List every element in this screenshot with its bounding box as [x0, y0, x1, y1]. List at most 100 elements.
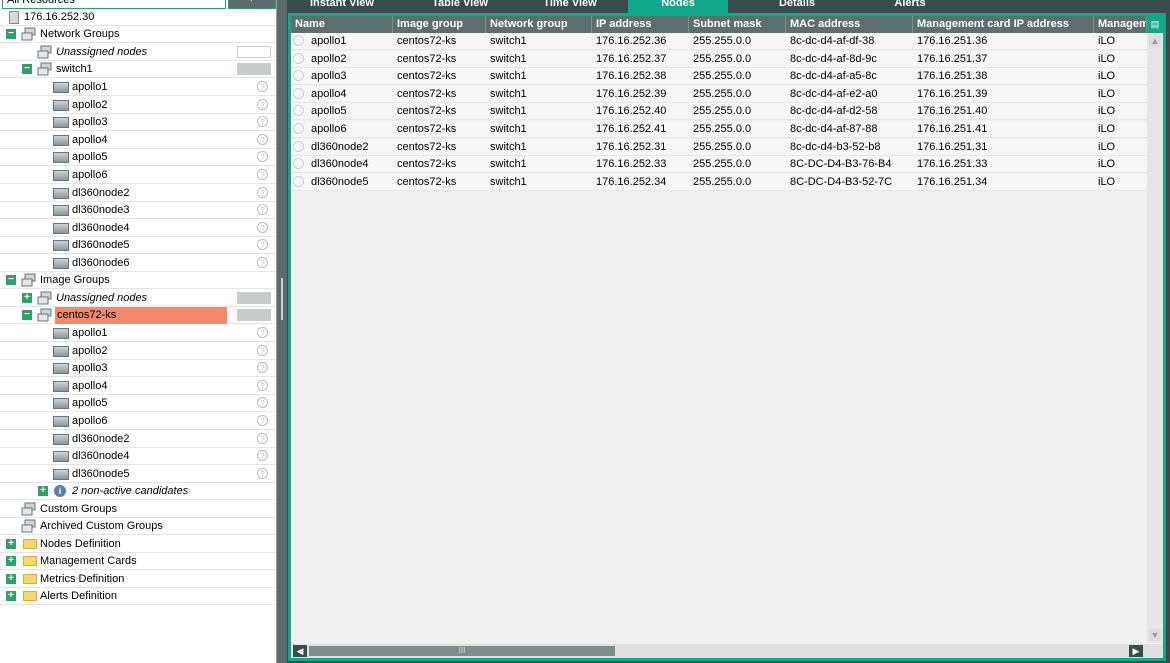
tree-node-item[interactable]: apollo6?	[0, 167, 276, 184]
expand-icon[interactable]: +	[6, 574, 16, 584]
tree-switch1-label: switch1	[56, 63, 93, 75]
column-header-mac-address[interactable]: MAC address	[786, 16, 913, 33]
splitter-grip[interactable]	[281, 278, 283, 320]
collapse-icon[interactable]: −	[6, 275, 16, 285]
table-cell: 176.16.251.41	[917, 123, 988, 135]
table-cell: iLO	[1098, 175, 1116, 188]
table-cell: 255.255.0.0	[693, 35, 752, 47]
tree-node-item[interactable]: dl360node2?	[0, 185, 276, 202]
collapse-icon[interactable]: −	[22, 310, 32, 320]
table-cell: 8C-DC-D4-B3-76-B4	[790, 158, 892, 171]
tab-details[interactable]: Details	[742, 0, 852, 14]
expand-icon[interactable]: +	[22, 293, 32, 303]
tree-node-item[interactable]: apollo3?	[0, 114, 276, 132]
table-cell: 176.16.251.38	[917, 70, 988, 83]
tree-network-groups[interactable]: − Network Groups	[0, 26, 276, 43]
tree-nodes-definition[interactable]: + Nodes Definition	[0, 536, 276, 553]
table-row[interactable]: apollo5 centos72-ks switch1 176.16.252.40 25…	[291, 103, 1147, 121]
column-chooser-icon[interactable]: ▤	[1147, 16, 1163, 33]
tree-node-item[interactable]: apollo2?	[0, 343, 276, 360]
table-row[interactable]: apollo6 centos72-ks switch1 176.16.252.41 25…	[291, 121, 1147, 138]
expand-icon[interactable]: +	[6, 591, 16, 601]
table-cell: 176.16.252.34	[596, 175, 667, 188]
tree-image-groups[interactable]: − Image Groups	[0, 272, 276, 289]
tree-root[interactable]: 176.16.252.30	[0, 9, 276, 26]
table-cell: 176.16.252.36	[596, 35, 667, 47]
tree-metrics-definition[interactable]: + Metrics Definition	[0, 571, 276, 588]
server-icon	[53, 134, 69, 146]
tree-node-item[interactable]: apollo4?	[0, 378, 276, 395]
tree-switch1[interactable]: − switch1	[0, 61, 276, 78]
table-cell: apollo4	[311, 87, 347, 100]
table-cell: 255.255.0.0	[693, 52, 752, 65]
scroll-left-icon[interactable]: ◀	[293, 645, 307, 657]
tab-instant-view[interactable]: Instant View	[287, 0, 397, 14]
horizontal-scrollbar[interactable]: ◀ III ▶	[291, 644, 1163, 658]
tab-table-view[interactable]: Table View	[405, 0, 515, 14]
tree-unassigned-nodes[interactable]: Unassigned nodes	[0, 44, 276, 61]
column-header-subnet-mask[interactable]: Subnet mask	[689, 16, 786, 33]
tree-node-item[interactable]: dl360node4?	[0, 220, 276, 237]
tree-node-item[interactable]: dl360node5?	[0, 237, 276, 255]
table-cell: 176.16.251.34	[917, 175, 988, 188]
tree-management-cards[interactable]: + Management Cards	[0, 553, 276, 570]
server-icon	[53, 187, 69, 199]
tree-centos72-ks[interactable]: − centos72-ks	[0, 307, 276, 324]
tree-image-unassigned-label: Unassigned nodes	[56, 292, 148, 304]
panel-splitter[interactable]	[277, 0, 287, 663]
tree-node-item[interactable]: dl360node5?	[0, 466, 276, 483]
server-icon	[53, 416, 69, 427]
unknown-status-icon: ?	[257, 98, 268, 110]
tree-non-active-candidates[interactable]: + i 2 non-active candidates	[0, 483, 276, 500]
table-row[interactable]: dl360node2 centos72-ks switch1 176.16.252.3…	[291, 138, 1147, 156]
tree-archived-custom-groups[interactable]: Archived Custom Groups	[0, 518, 276, 535]
tab-time-view[interactable]: Time View	[515, 0, 625, 14]
table-row[interactable]: apollo4 centos72-ks switch1 176.16.252.39 25…	[291, 85, 1147, 103]
tree-custom-groups[interactable]: Custom Groups	[0, 501, 276, 518]
resource-filter-dropdown-button[interactable]: ▼	[228, 0, 276, 9]
table-row[interactable]: apollo1 centos72-ks switch1 176.16.252.36 25…	[291, 33, 1147, 50]
tree-node-item[interactable]: apollo5?	[0, 149, 276, 167]
tree-node-item[interactable]: dl360node2?	[0, 431, 276, 448]
scroll-up-icon[interactable]: ▲	[1149, 35, 1161, 47]
tree-image-unassigned[interactable]: + Unassigned nodes	[0, 290, 276, 307]
tab-nodes[interactable]: Nodes	[628, 0, 728, 14]
table-row[interactable]: dl360node5 centos72-ks switch1 176.16.252.3…	[291, 173, 1147, 191]
collapse-icon[interactable]: −	[6, 29, 16, 39]
column-header-management-card-ip[interactable]: Management card IP address	[913, 16, 1094, 33]
tree-node-label: apollo1	[72, 327, 108, 339]
tree-alerts-definition[interactable]: + Alerts Definition	[0, 588, 276, 605]
tree-node-item[interactable]: apollo2?	[0, 97, 276, 114]
tree-node-item[interactable]: apollo6?	[0, 413, 276, 430]
table-row[interactable]: dl360node4 centos72-ks switch1 176.16.252.3…	[291, 156, 1147, 174]
table-cell: centos72-ks	[397, 158, 457, 171]
column-header-name[interactable]: Name	[291, 16, 393, 33]
expand-icon[interactable]: +	[6, 556, 16, 566]
tree-node-item[interactable]: apollo1?	[0, 79, 276, 96]
tree-node-item[interactable]: apollo4?	[0, 132, 276, 149]
tree-node-item[interactable]: dl360node3?	[0, 202, 276, 220]
column-header-network-group[interactable]: Network group	[486, 16, 592, 33]
tab-alerts[interactable]: Alerts	[855, 0, 965, 14]
expand-icon[interactable]: +	[6, 539, 16, 549]
scroll-down-icon[interactable]: ▼	[1149, 629, 1161, 641]
column-header-ip-address[interactable]: IP address	[592, 16, 689, 33]
collapse-icon[interactable]: −	[22, 64, 32, 74]
table-row[interactable]: apollo3 centos72-ks switch1 176.16.252.38 25…	[291, 68, 1147, 86]
group-status-box	[237, 309, 271, 321]
tree-node-item[interactable]: apollo3?	[0, 360, 276, 378]
vertical-scrollbar[interactable]: ▲ ▼	[1147, 33, 1163, 643]
tree-node-item[interactable]: apollo1?	[0, 325, 276, 342]
scroll-thumb[interactable]: III	[309, 646, 615, 656]
column-header-image-group[interactable]: Image group	[393, 16, 486, 33]
resource-filter-input[interactable]: All Resources	[2, 0, 226, 9]
tree-node-item[interactable]: dl360node4?	[0, 448, 276, 466]
tree-node-item[interactable]: apollo5?	[0, 395, 276, 413]
resource-filter: All Resources ▼	[0, 0, 276, 9]
table-row[interactable]: apollo2 centos72-ks switch1 176.16.252.37 25…	[291, 50, 1147, 68]
tree-node-item[interactable]: dl360node6?	[0, 255, 276, 272]
scroll-right-icon[interactable]: ▶	[1129, 645, 1143, 657]
column-header-management[interactable]: Managem	[1094, 16, 1147, 33]
table-cell: switch1	[490, 123, 527, 135]
expand-icon[interactable]: +	[38, 486, 48, 496]
